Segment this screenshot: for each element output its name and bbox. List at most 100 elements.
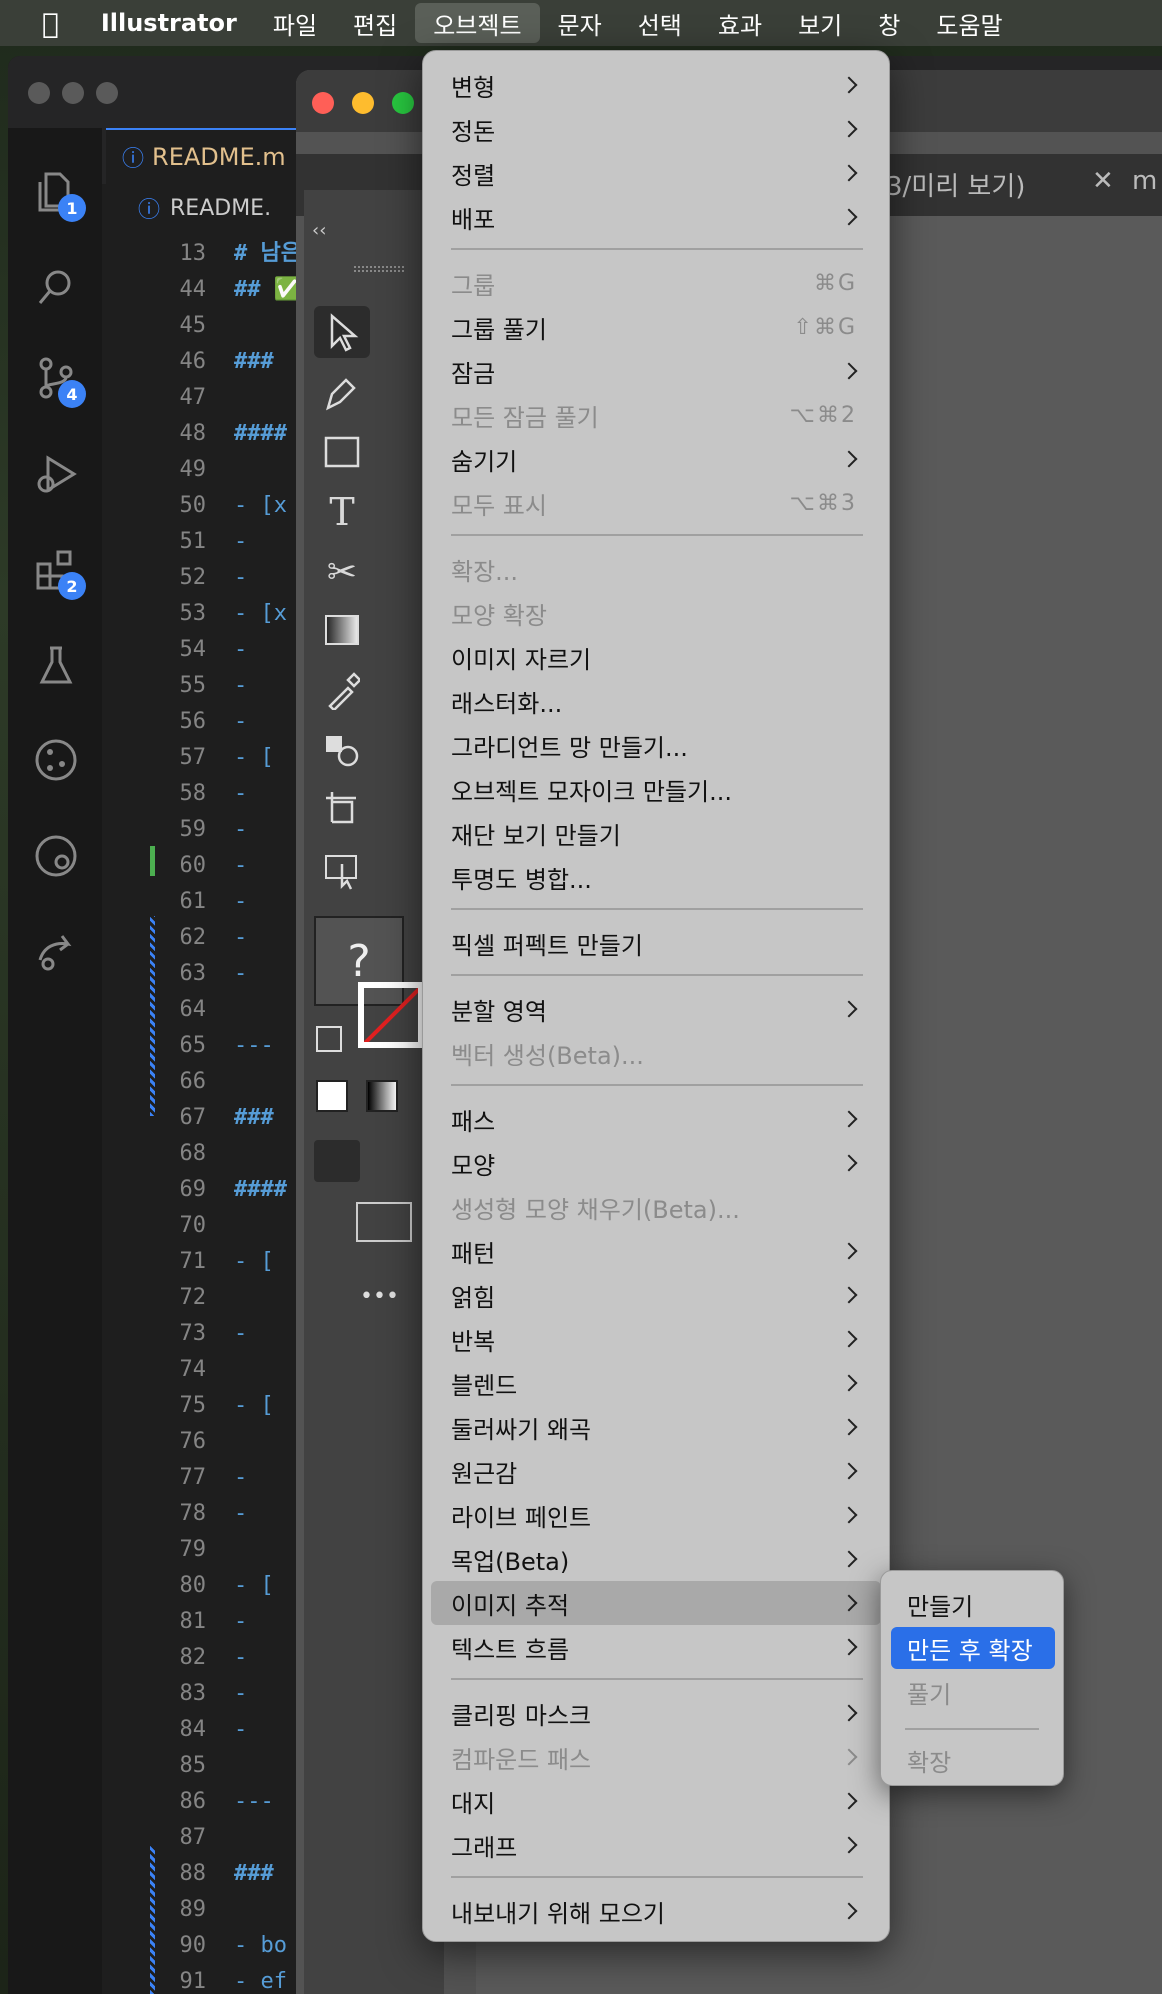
menu-item[interactable]: 확장...	[431, 547, 881, 591]
zoom-button[interactable]	[392, 92, 414, 114]
menu-item[interactable]: 모양	[431, 1141, 881, 1185]
menu-item[interactable]: 이미지 자르기	[431, 635, 881, 679]
menu-item[interactable]: 둘러싸기 왜곡	[431, 1405, 881, 1449]
shape-builder-tool-icon[interactable]	[314, 724, 370, 776]
menu-file[interactable]: 파일	[255, 0, 335, 46]
extensions-icon[interactable]: 2	[32, 546, 86, 600]
menu-item[interactable]: 그룹 ⌘G	[431, 261, 881, 305]
menu-item[interactable]: 대지	[431, 1779, 881, 1823]
minimize-traffic-light[interactable]	[62, 82, 84, 104]
menu-item[interactable]: 모든 잠금 풀기 ⌥⌘2	[431, 393, 881, 437]
menu-item[interactable]: 오브젝트 모자이크 만들기...	[431, 767, 881, 811]
stroke-swatch[interactable]	[358, 982, 424, 1048]
menu-select[interactable]: 선택	[620, 0, 700, 46]
eyedropper-tool-icon[interactable]	[314, 664, 370, 716]
draw-behind-icon[interactable]	[366, 1140, 412, 1182]
gradient-mode-icon[interactable]	[366, 1080, 398, 1112]
live-share-icon[interactable]	[32, 928, 80, 976]
selection-tool-icon[interactable]	[314, 306, 370, 358]
line-number: 69	[179, 1177, 207, 1202]
menu-item[interactable]: 투명도 병합...	[431, 855, 881, 899]
swap-colors-icon[interactable]	[316, 1026, 342, 1052]
line-number: 51	[179, 529, 207, 554]
type-tool-icon[interactable]: T	[314, 486, 370, 538]
menu-item[interactable]: 그래프	[431, 1823, 881, 1867]
breadcrumb-file[interactable]: README.	[170, 196, 271, 221]
pen-tool-icon[interactable]	[314, 366, 370, 418]
menu-view[interactable]: 보기	[780, 0, 860, 46]
document-tab-next[interactable]: m	[1132, 166, 1157, 196]
menu-item[interactable]: 벡터 생성(Beta)...	[431, 1031, 881, 1075]
gradient-tool-icon[interactable]	[314, 604, 370, 656]
submenu-item[interactable]: 만들기	[891, 1583, 1055, 1625]
menu-item[interactable]: 숨기기	[431, 437, 881, 481]
menu-item[interactable]: 잠금	[431, 349, 881, 393]
line-number: 50	[179, 493, 207, 518]
menu-item[interactable]: 분할 영역	[431, 987, 881, 1031]
menu-item[interactable]: 원근감	[431, 1449, 881, 1493]
close-button[interactable]	[312, 92, 334, 114]
menu-item[interactable]: 텍스트 흐름	[431, 1625, 881, 1669]
rectangle-tool-icon[interactable]	[314, 426, 370, 478]
zoom-traffic-light[interactable]	[96, 82, 118, 104]
menu-type[interactable]: 문자	[540, 0, 620, 46]
testing-flask-icon[interactable]	[32, 642, 80, 690]
panel-grip[interactable]	[354, 266, 404, 272]
menu-effect[interactable]: 효과	[700, 0, 780, 46]
menu-item[interactable]: 패스	[431, 1097, 881, 1141]
close-icon[interactable]: ✕	[1092, 166, 1114, 196]
menu-item[interactable]: 그룹 풀기 ⇧⌘G	[431, 305, 881, 349]
menu-edit[interactable]: 편집	[335, 0, 415, 46]
menu-item[interactable]: 모양 확장	[431, 591, 881, 635]
menu-item[interactable]: 블렌드	[431, 1361, 881, 1405]
explorer-icon[interactable]: 1	[32, 168, 86, 222]
git-lens-icon[interactable]	[32, 832, 80, 880]
menu-item[interactable]: 패턴	[431, 1229, 881, 1273]
submenu-item[interactable]: 풀기	[891, 1671, 1055, 1713]
scissors-tool-icon[interactable]: ✂	[314, 546, 370, 598]
artboard-tool-icon[interactable]	[314, 784, 370, 836]
git-graph-icon[interactable]	[32, 736, 80, 784]
screen-mode-icon[interactable]	[356, 1202, 412, 1242]
document-tab-preview[interactable]: 3/미리 보기)	[886, 166, 1025, 203]
menu-item[interactable]: 그라디언트 망 만들기...	[431, 723, 881, 767]
slice-select-tool-icon[interactable]	[314, 844, 370, 896]
tab-readme[interactable]: ⓘ README.m	[106, 128, 302, 184]
menu-item[interactable]: 목업(Beta)	[431, 1537, 881, 1581]
more-tools-icon[interactable]: •••	[360, 1284, 399, 1309]
close-traffic-light[interactable]	[28, 82, 50, 104]
menu-item[interactable]: 라이브 페인트	[431, 1493, 881, 1537]
menu-window[interactable]: 창	[860, 0, 918, 46]
menu-help[interactable]: 도움말	[918, 0, 1020, 46]
menu-item[interactable]: 모두 표시 ⌥⌘3	[431, 481, 881, 525]
menu-item[interactable]: 생성형 모양 채우기(Beta)...	[431, 1185, 881, 1229]
minimize-button[interactable]	[352, 92, 374, 114]
collapse-panel-button[interactable]: ‹‹	[312, 220, 326, 241]
draw-normal-icon[interactable]	[314, 1140, 360, 1182]
search-icon[interactable]	[32, 263, 80, 311]
source-control-icon[interactable]: 4	[32, 354, 86, 408]
menu-item[interactable]: 클리핑 마스크	[431, 1691, 881, 1735]
menu-item[interactable]: 반복	[431, 1317, 881, 1361]
menu-object[interactable]: 오브젝트	[415, 3, 540, 43]
menu-item[interactable]: 이미지 추적	[431, 1581, 881, 1625]
menu-item[interactable]: 정렬	[431, 151, 881, 195]
menu-item[interactable]: 정돈	[431, 107, 881, 151]
menu-item[interactable]: 배포	[431, 195, 881, 239]
menu-item[interactable]: 컴파운드 패스	[431, 1735, 881, 1779]
menu-item[interactable]: 래스터화...	[431, 679, 881, 723]
submenu-item[interactable]: 만든 후 확장	[891, 1627, 1055, 1669]
chevron-right-icon	[840, 1748, 858, 1766]
app-name-menu[interactable]: Illustrator	[81, 0, 255, 46]
color-mode-icon[interactable]	[316, 1080, 348, 1112]
menu-item[interactable]: 얽힘	[431, 1273, 881, 1317]
menu-item[interactable]: 변형	[431, 63, 881, 107]
menu-item-label: 재단 보기 만들기	[451, 821, 621, 850]
run-debug-icon[interactable]	[32, 450, 80, 498]
menu-item-label: 배포	[451, 205, 496, 234]
submenu-item[interactable]: 확장	[891, 1739, 1055, 1781]
menu-item[interactable]: 내보내기 위해 모으기	[431, 1889, 881, 1933]
menu-item[interactable]: 재단 보기 만들기	[431, 811, 881, 855]
menu-item[interactable]: 픽셀 퍼펙트 만들기	[431, 921, 881, 965]
apple-icon[interactable]: 	[0, 0, 81, 46]
